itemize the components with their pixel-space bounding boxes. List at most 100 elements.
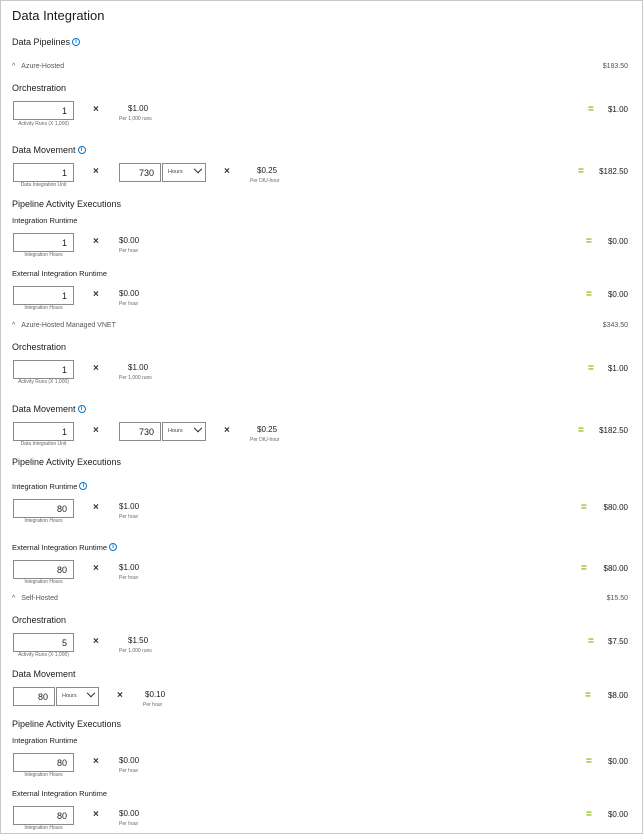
integration-hours-label: Integration Hours (24, 825, 63, 831)
section-total: $15.50 (606, 595, 628, 602)
data-movement-heading: Data Movement i (12, 145, 86, 155)
times-sign: × (93, 425, 99, 436)
activity-runs-input[interactable] (13, 101, 74, 120)
integration-hours-input[interactable] (13, 286, 74, 305)
equals-sign: = (581, 563, 587, 574)
line-total: $0.00 (607, 290, 628, 299)
unit-price: $0.25 (257, 425, 278, 434)
unit-label: Per hour (119, 768, 139, 774)
unit-label: Per DIU-hour (250, 437, 280, 443)
activity-runs-label: Activity Runs (X 1,000) (18, 379, 69, 385)
times-sign: × (93, 756, 99, 767)
hours-input[interactable] (119, 422, 161, 441)
integration-hours-label: Integration Hours (24, 252, 63, 258)
diu-label: Data Integration Unit (20, 182, 67, 188)
hours-dropdown[interactable]: Hours (56, 687, 99, 706)
activity-runs-label: Activity Runs (X 1,000) (18, 652, 69, 658)
integration-runtime-heading: Integration Runtime (12, 736, 78, 745)
integration-runtime-label: Integration Runtime (12, 482, 78, 491)
data-pipelines-heading: Data Pipelines i (12, 37, 81, 47)
diu-input[interactable] (13, 422, 74, 441)
unit-label: Per hour (119, 514, 139, 520)
times-sign: × (93, 809, 99, 820)
chevron-up-icon: ^ (12, 322, 16, 329)
data-movement-heading: Data Movement (12, 669, 76, 679)
activity-runs-input[interactable] (13, 633, 74, 652)
unit-price: $1.00 (128, 104, 149, 113)
hours-dropdown-value: Hours (168, 428, 183, 434)
external-runtime-heading: External Integration Runtime (12, 789, 108, 798)
hours-input[interactable] (119, 163, 161, 182)
line-total: $1.00 (607, 105, 628, 114)
integration-hours-input[interactable] (13, 806, 74, 825)
integration-runtime-heading: Integration Runtime i (12, 482, 88, 491)
times-sign: × (224, 425, 230, 436)
unit-label: Per hour (119, 301, 139, 307)
line-total: $80.00 (603, 503, 628, 512)
integration-hours-input[interactable] (13, 233, 74, 252)
data-pipelines-label: Data Pipelines (12, 37, 71, 47)
section-total: $343.50 (602, 322, 628, 329)
integration-hours-label: Integration Hours (24, 772, 63, 778)
line-total: $0.00 (607, 237, 628, 246)
unit-price: $0.00 (119, 289, 140, 298)
equals-sign: = (588, 636, 594, 647)
section-label: Self-Hosted (21, 595, 58, 602)
chevron-down-icon (86, 688, 96, 698)
diu-input[interactable] (13, 163, 74, 182)
times-sign: × (93, 563, 99, 574)
hours-dropdown-value: Hours (62, 693, 77, 699)
line-total: $0.00 (607, 757, 628, 766)
integration-runtime-heading: Integration Runtime (12, 216, 78, 225)
section-azure-hosted-toggle[interactable]: ^ Azure-Hosted (12, 63, 64, 70)
line-total: $8.00 (607, 691, 628, 700)
info-icon[interactable]: i (79, 482, 88, 490)
info-icon[interactable]: i (72, 38, 81, 46)
equals-sign: = (586, 809, 592, 820)
section-label: Azure-Hosted (21, 63, 65, 70)
equals-sign: = (581, 502, 587, 513)
activity-runs-label: Activity Runs (X 1,000) (18, 121, 69, 127)
hours-dropdown[interactable]: Hours (162, 163, 206, 182)
pipeline-heading: Pipeline Activity Executions (12, 457, 122, 467)
section-managed-vnet-toggle[interactable]: ^ Azure-Hosted Managed VNET (12, 322, 116, 329)
data-movement-heading: Data Movement i (12, 404, 86, 414)
unit-label: Per hour (119, 248, 139, 254)
chevron-up-icon: ^ (12, 63, 16, 70)
hours-dropdown[interactable]: Hours (162, 422, 206, 441)
integration-hours-input[interactable] (13, 753, 74, 772)
unit-price: $1.00 (119, 563, 140, 572)
info-icon[interactable]: i (77, 146, 86, 154)
data-movement-label: Data Movement (12, 145, 76, 155)
unit-price: $1.00 (128, 363, 149, 372)
times-sign: × (93, 236, 99, 247)
external-runtime-heading: External Integration Runtime (12, 269, 108, 278)
hours-input[interactable] (13, 687, 55, 706)
section-label: Azure-Hosted Managed VNET (21, 322, 116, 329)
times-sign: × (224, 166, 230, 177)
section-total: $183.50 (602, 63, 628, 70)
info-icon[interactable]: i (109, 543, 118, 551)
line-total: $182.50 (599, 167, 628, 176)
section-self-hosted-toggle[interactable]: ^ Self-Hosted (12, 595, 58, 602)
unit-label: Per 1,000 runs (119, 648, 152, 654)
chevron-up-icon: ^ (12, 595, 16, 602)
orchestration-heading: Orchestration (12, 342, 67, 352)
unit-label: Per hour (143, 702, 163, 708)
unit-price: $1.00 (119, 502, 140, 511)
equals-sign: = (585, 690, 591, 701)
equals-sign: = (586, 756, 592, 767)
times-sign: × (93, 502, 99, 513)
integration-hours-input[interactable] (13, 499, 74, 518)
diu-label: Data Integration Unit (20, 441, 67, 447)
data-movement-label: Data Movement (12, 404, 76, 414)
unit-price: $0.00 (119, 756, 140, 765)
info-icon[interactable]: i (77, 405, 86, 413)
activity-runs-input[interactable] (13, 360, 74, 379)
integration-hours-input[interactable] (13, 560, 74, 579)
equals-sign: = (586, 289, 592, 300)
unit-price: $0.00 (119, 236, 140, 245)
line-total: $7.50 (607, 637, 628, 646)
times-sign: × (93, 289, 99, 300)
page-title: Data Integration (12, 8, 105, 23)
